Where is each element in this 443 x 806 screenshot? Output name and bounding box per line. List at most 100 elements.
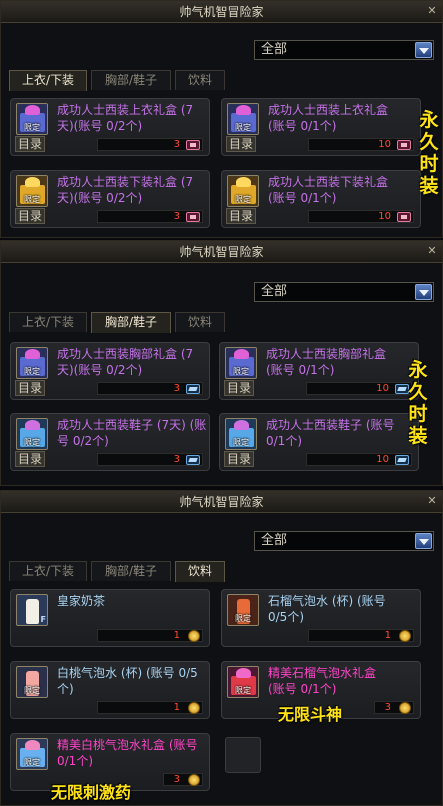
catalog-button[interactable]: 目录 — [226, 136, 256, 152]
peach-gift-box-icon: 限定 — [16, 738, 48, 770]
catalog-button[interactable]: 目录 — [15, 136, 45, 152]
item-name: 精美白桃气泡水礼盒 (账号 0/1个) — [57, 738, 198, 768]
tab-drinks[interactable]: 饮料 — [175, 70, 225, 90]
price-bar: 10 — [306, 453, 412, 466]
tab-chest-shoes[interactable]: 胸部/鞋子 — [91, 70, 171, 90]
chevron-down-icon[interactable] — [415, 284, 432, 300]
shop-item-card[interactable]: 限定 石榴气泡水 (杯) (账号 0/5个) 1 — [221, 589, 421, 647]
price-bar: 3 — [374, 701, 414, 714]
price-bar: 1 — [308, 629, 414, 642]
coin-icon — [188, 774, 200, 786]
gold-gift-box-icon: 限定 — [16, 175, 48, 207]
shop-item-card[interactable]: 限定 成功人士西装鞋子 (7天) (账号 0/2个) 目录 3 — [10, 413, 210, 471]
item-price: 3 — [173, 774, 180, 785]
dropdown-value: 全部 — [261, 533, 288, 548]
screenshot-root: 帅气机智冒险家 ✕ 全部 上衣/下装 胸部/鞋子 饮料 限定 成功人士西装上衣礼… — [0, 0, 443, 806]
catalog-button[interactable]: 目录 — [15, 380, 45, 396]
item-name: 成功人士西装下装礼盒 (7天)(账号 0/2个) — [57, 175, 194, 205]
shop-item-card[interactable]: 限定 成功人士西装下装礼盒 (7天)(账号 0/2个) 目录 3 — [10, 170, 210, 228]
card-icon — [397, 140, 411, 150]
catalog-button[interactable]: 目录 — [224, 451, 254, 467]
filter-dropdown[interactable]: 全部 — [254, 531, 434, 551]
milk-tea-bottle-icon: F — [16, 594, 48, 626]
item-price: 1 — [384, 630, 391, 641]
shop-item-card[interactable]: 限定 成功人士西装上衣礼盒 (账号 0/1个) 目录 10 — [221, 98, 421, 156]
item-name: 成功人士西装鞋子 (7天) (账号 0/2个) — [57, 418, 207, 448]
empty-item-slot — [225, 737, 261, 773]
panel-title: 帅气机智冒险家 — [1, 241, 442, 263]
gem-icon — [186, 384, 200, 394]
item-price: 10 — [376, 454, 389, 465]
card-icon — [186, 140, 200, 150]
item-name: 成功人士西装上衣礼盒 (账号 0/1个) — [268, 103, 389, 133]
blue-gift-box-icon: 限定 — [16, 418, 48, 450]
gem-icon — [186, 455, 200, 465]
gem-icon — [395, 455, 409, 465]
item-price: 3 — [173, 454, 180, 465]
item-name: 石榴气泡水 (杯) (账号 0/5个) — [268, 594, 386, 624]
price-bar: 1 — [97, 701, 203, 714]
item-price: 10 — [378, 211, 391, 222]
item-name: 成功人士西装下装礼盒 (账号 0/1个) — [268, 175, 389, 205]
shop-panel-1: 帅气机智冒险家 ✕ 全部 上衣/下装 胸部/鞋子 饮料 限定 成功人士西装上衣礼… — [0, 0, 443, 238]
gold-gift-box-icon: 限定 — [227, 175, 259, 207]
catalog-button[interactable]: 目录 — [224, 380, 254, 396]
item-price: 3 — [173, 139, 180, 150]
tab-tops-bottoms[interactable]: 上衣/下装 — [9, 312, 87, 332]
shop-item-card[interactable]: 限定 成功人士西装鞋子 (账号 0/1个) 目录 10 — [219, 413, 419, 471]
chevron-down-icon[interactable] — [415, 42, 432, 58]
tab-tops-bottoms[interactable]: 上衣/下装 — [9, 70, 87, 91]
close-icon[interactable]: ✕ — [426, 495, 438, 507]
purple-gift-box-icon: 限定 — [16, 347, 48, 379]
coin-icon — [399, 702, 411, 714]
item-name: 白桃气泡水 (杯) (账号 0/5个) — [57, 666, 198, 696]
dropdown-value: 全部 — [261, 284, 288, 299]
annotation-unlimited-potion: 无限刺激药 — [51, 783, 132, 802]
filter-dropdown[interactable]: 全部 — [254, 40, 434, 60]
price-bar: 10 — [306, 382, 412, 395]
item-name: 精美石榴气泡水礼盒 (账号 0/1个) — [268, 666, 377, 696]
annotation-unlimited-doushen: 无限斗神 — [278, 705, 343, 724]
item-price: 1 — [173, 630, 180, 641]
card-icon — [397, 212, 411, 222]
close-icon[interactable]: ✕ — [426, 245, 438, 257]
item-name: 成功人士西装胸部礼盒 (账号 0/1个) — [266, 347, 387, 377]
price-bar: 10 — [308, 138, 414, 151]
filter-dropdown[interactable]: 全部 — [254, 282, 434, 302]
pomegranate-gift-box-icon: 限定 — [227, 666, 259, 698]
close-icon[interactable]: ✕ — [426, 5, 438, 17]
shop-item-card[interactable]: 限定 成功人士西装上衣礼盒 (7天)(账号 0/2个) 目录 3 — [10, 98, 210, 156]
tab-drinks[interactable]: 饮料 — [175, 561, 225, 582]
price-bar: 3 — [163, 773, 203, 786]
catalog-button[interactable]: 目录 — [15, 451, 45, 467]
item-name: 皇家奶茶 — [57, 594, 106, 608]
catalog-button[interactable]: 目录 — [226, 208, 256, 224]
item-price: 1 — [173, 702, 180, 713]
tab-tops-bottoms[interactable]: 上衣/下装 — [9, 561, 87, 581]
item-price: 3 — [173, 211, 180, 222]
price-bar: 3 — [97, 382, 203, 395]
tab-chest-shoes[interactable]: 胸部/鞋子 — [91, 312, 171, 333]
catalog-button[interactable]: 目录 — [15, 208, 45, 224]
price-bar: 1 — [97, 629, 203, 642]
shop-panel-3: 帅气机智冒险家 ✕ 全部 上衣/下装 胸部/鞋子 饮料 F 皇家奶茶 1 限定 … — [0, 490, 443, 806]
price-bar: 3 — [97, 138, 203, 151]
shop-item-card[interactable]: 限定 成功人士西装胸部礼盒 (账号 0/1个) 目录 10 — [219, 342, 419, 400]
annotation-permanent-fashion: 永久时装 — [408, 359, 428, 447]
shop-item-card[interactable]: 限定 白桃气泡水 (杯) (账号 0/5个) 1 — [10, 661, 210, 719]
price-bar: 3 — [97, 210, 203, 223]
tab-drinks[interactable]: 饮料 — [175, 312, 225, 332]
item-price: 3 — [384, 702, 391, 713]
card-icon — [186, 212, 200, 222]
shop-item-card[interactable]: F 皇家奶茶 1 — [10, 589, 210, 647]
item-price: 10 — [378, 139, 391, 150]
coin-icon — [188, 630, 200, 642]
shop-panel-2: 帅气机智冒险家 ✕ 全部 上衣/下装 胸部/鞋子 饮料 限定 成功人士西装胸部礼… — [0, 240, 443, 486]
shop-item-card[interactable]: 限定 成功人士西装胸部礼盒 (7天)(账号 0/2个) 目录 3 — [10, 342, 210, 400]
chevron-down-icon[interactable] — [415, 533, 432, 549]
shop-item-card[interactable]: 限定 成功人士西装下装礼盒 (账号 0/1个) 目录 10 — [221, 170, 421, 228]
purple-gift-box-icon: 限定 — [225, 347, 257, 379]
annotation-permanent-fashion: 永久时装 — [419, 109, 439, 197]
tab-chest-shoes[interactable]: 胸部/鞋子 — [91, 561, 171, 581]
item-name: 成功人士西装胸部礼盒 (7天)(账号 0/2个) — [57, 347, 194, 377]
